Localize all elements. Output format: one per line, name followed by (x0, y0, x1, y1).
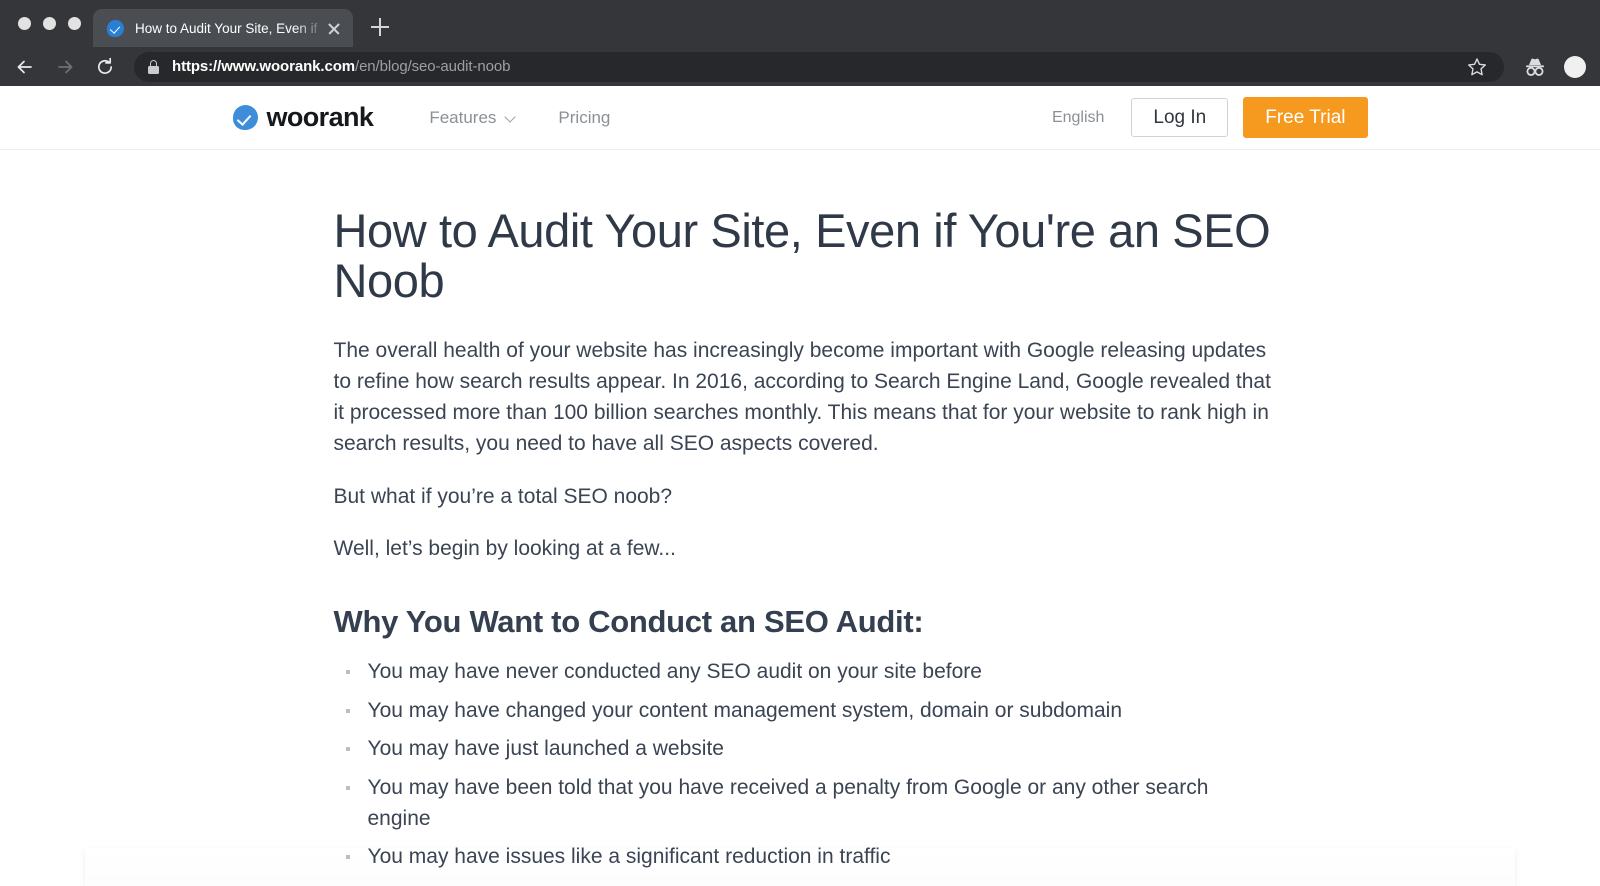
free-trial-button[interactable]: Free Trial (1243, 97, 1367, 139)
window-close-button[interactable] (18, 17, 31, 30)
lock-icon (148, 60, 159, 74)
list-item: You may have just launched a website (334, 734, 1273, 765)
avatar[interactable] (1564, 56, 1586, 78)
article-paragraph: The overall health of your website has i… (334, 335, 1273, 459)
chevron-down-icon (505, 115, 516, 121)
reload-arrow-icon[interactable] (88, 50, 122, 84)
browser-tab-active[interactable]: How to Audit Your Site, Even if (93, 9, 353, 47)
nav-item-label: Features (429, 108, 496, 128)
main-navigation: Features Pricing (429, 108, 610, 128)
forward-arrow-icon[interactable] (48, 50, 82, 84)
header-actions: English Log In Free Trial (1052, 97, 1368, 139)
url-host: https://www.woorank.com (172, 58, 355, 75)
brand-name: woorank (267, 102, 374, 133)
browser-toolbar: https://www.woorank.com/en/blog/seo-audi… (0, 47, 1600, 86)
window-traffic-lights (12, 0, 93, 47)
list-item: You may have changed your content manage… (334, 696, 1273, 727)
site-header: woorank Features Pricing English Log In … (0, 86, 1600, 150)
browser-tab-strip: How to Audit Your Site, Even if (0, 0, 1600, 47)
woorank-check-icon (233, 105, 258, 130)
browser-tab-title: How to Audit Your Site, Even if (135, 21, 321, 36)
list-item: You may have been told that you have rec… (334, 773, 1273, 834)
language-selector[interactable]: English (1052, 109, 1104, 127)
page-title: How to Audit Your Site, Even if You're a… (334, 206, 1273, 307)
window-maximize-button[interactable] (68, 17, 81, 30)
article-paragraph: Well, let’s begin by looking at a few... (334, 533, 1273, 564)
list-item: You may have issues like a significant r… (334, 842, 1273, 873)
url-path: /en/blog/seo-audit-noob (355, 58, 510, 75)
woorank-check-icon (107, 20, 124, 37)
section-heading: Why You Want to Conduct an SEO Audit: (334, 604, 1273, 640)
article-paragraph: But what if you’re a total SEO noob? (334, 481, 1273, 512)
address-bar-url: https://www.woorank.com/en/blog/seo-audi… (172, 58, 510, 75)
back-arrow-icon[interactable] (8, 50, 42, 84)
nav-item-pricing[interactable]: Pricing (558, 108, 610, 128)
close-icon[interactable] (323, 17, 345, 39)
toolbar-right-cluster (1510, 56, 1586, 78)
nav-item-features[interactable]: Features (429, 108, 516, 128)
login-button[interactable]: Log In (1131, 98, 1228, 138)
page-viewport: woorank Features Pricing English Log In … (0, 86, 1600, 886)
new-tab-button[interactable] (363, 10, 397, 44)
address-bar[interactable]: https://www.woorank.com/en/blog/seo-audi… (134, 52, 1504, 82)
list-item: You may have never conducted any SEO aud… (334, 657, 1273, 688)
woorank-logo[interactable]: woorank (233, 102, 374, 133)
reasons-list: You may have never conducted any SEO aud… (334, 657, 1273, 873)
window-minimize-button[interactable] (43, 17, 56, 30)
incognito-icon[interactable] (1522, 56, 1548, 78)
browser-window: How to Audit Your Site, Even if (0, 0, 1600, 886)
star-icon[interactable] (1466, 56, 1488, 78)
blog-article: How to Audit Your Site, Even if You're a… (328, 150, 1273, 886)
nav-item-label: Pricing (558, 108, 610, 128)
